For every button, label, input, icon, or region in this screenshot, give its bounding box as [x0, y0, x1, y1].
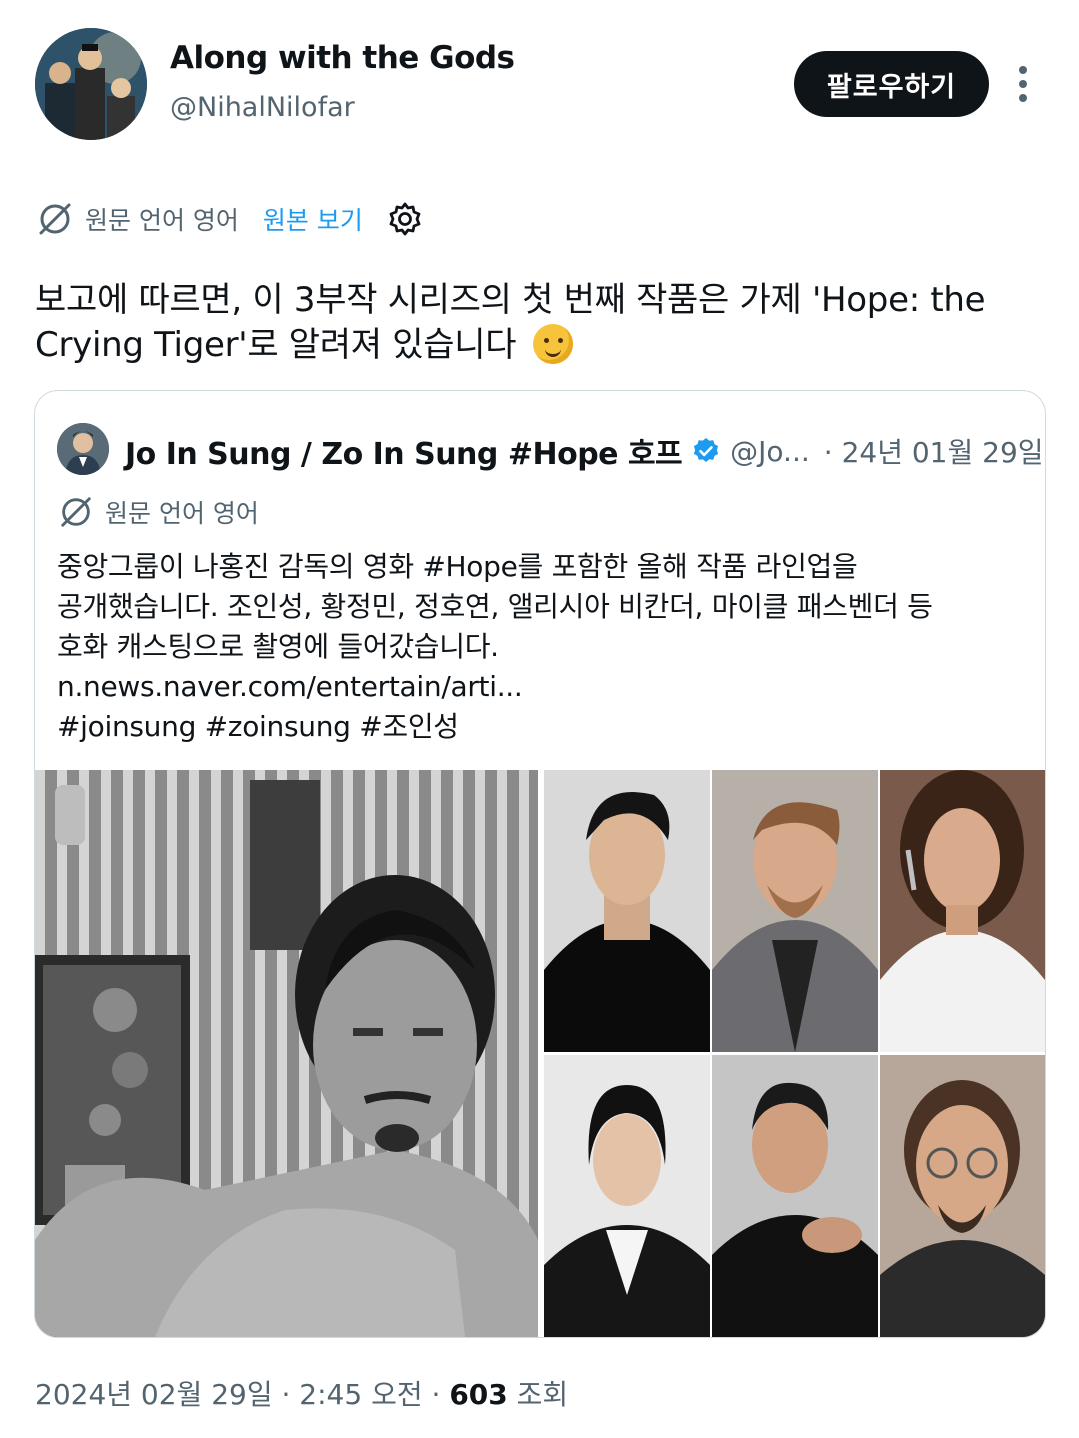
media-photo-cast-3[interactable] — [880, 770, 1045, 1052]
translate-icon — [35, 199, 75, 239]
more-options-icon[interactable] — [1008, 62, 1038, 106]
quoted-text: 중앙그룹이 나홍진 감독의 영화 #Hope를 포함한 올해 작품 라인업을 공… — [57, 547, 1017, 747]
quoted-header: Jo In Sung / Zo In Sung #Hope 호프 @Jo... … — [125, 429, 1044, 473]
tweet-text-line: 보고에 따르면, 이 3부작 시리즈의 첫 번째 작품은 가제 'Hope: t… — [35, 280, 986, 320]
settings-gear-icon[interactable] — [385, 199, 425, 239]
media-photo-cast-2[interactable] — [712, 770, 878, 1052]
media-photo-cast-5[interactable] — [712, 1055, 878, 1337]
show-original-link[interactable]: 원본 보기 — [263, 201, 363, 237]
quoted-text-line: 호화 캐스팅으로 촬영에 들어갔습니다. — [57, 630, 499, 663]
media-photo-cast-6[interactable] — [880, 1055, 1045, 1337]
author-handle[interactable]: @NihalNilofar — [170, 92, 355, 123]
source-language-label: 원문 언어 영어 — [85, 206, 239, 235]
media-photo-cast-4[interactable] — [544, 1055, 710, 1337]
quoted-link[interactable]: n.news.naver.com/entertain/arti... — [57, 667, 1017, 707]
quoted-translation-bar: 원문 언어 영어 — [57, 493, 259, 531]
quoted-source-language-label: 원문 언어 영어 — [105, 499, 259, 528]
media-photo-main[interactable] — [35, 770, 538, 1337]
author-avatar[interactable] — [35, 28, 147, 140]
view-count: 603 — [449, 1378, 508, 1411]
media-photo-cast-1[interactable] — [544, 770, 710, 1052]
quoted-text-line: 중앙그룹이 나홍진 감독의 영화 #Hope를 포함한 올해 작품 라인업을 — [57, 550, 858, 583]
quoted-media-grid — [35, 770, 1045, 1337]
quoted-tweet-card[interactable]: Jo In Sung / Zo In Sung #Hope 호프 @Jo... … — [34, 390, 1046, 1338]
translate-icon — [57, 493, 95, 531]
tweet-text-line-wrap: Crying Tiger'로 알려져 있습니다 — [35, 323, 1045, 368]
quoted-hashtags[interactable]: #joinsung #zoinsung #조인성 — [57, 707, 1017, 747]
tweet-text-line: Crying Tiger'로 알려져 있습니다 — [35, 325, 517, 365]
verified-badge-icon — [692, 437, 720, 465]
translation-bar: 원문 언어 영어 원본 보기 — [35, 196, 425, 242]
quoted-author-handle[interactable]: @Jo... — [730, 435, 810, 468]
quoted-author-name[interactable]: Jo In Sung / Zo In Sung #Hope 호프 — [125, 429, 683, 473]
smiling-face-emoji-icon — [532, 324, 573, 364]
author-display-name[interactable]: Along with the Gods — [170, 40, 515, 76]
tweet-text: 보고에 따르면, 이 3부작 시리즈의 첫 번째 작품은 가제 'Hope: t… — [35, 278, 1045, 368]
quoted-author-avatar[interactable] — [57, 423, 109, 475]
tweet-timestamp[interactable]: 2024년 02월 29일 · 2:45 오전 · — [35, 1378, 440, 1411]
view-count-label: 조회 — [516, 1378, 569, 1411]
quoted-date: · 24년 01월 29일 — [823, 436, 1044, 469]
quoted-text-line: 공개했습니다. 조인성, 황정민, 정호연, 앨리시아 비칸더, 마이클 패스벤… — [57, 590, 933, 623]
tweet-meta: 2024년 02월 29일 · 2:45 오전 · 603 조회 — [35, 1373, 568, 1413]
follow-button[interactable]: 팔로우하기 — [794, 51, 989, 117]
